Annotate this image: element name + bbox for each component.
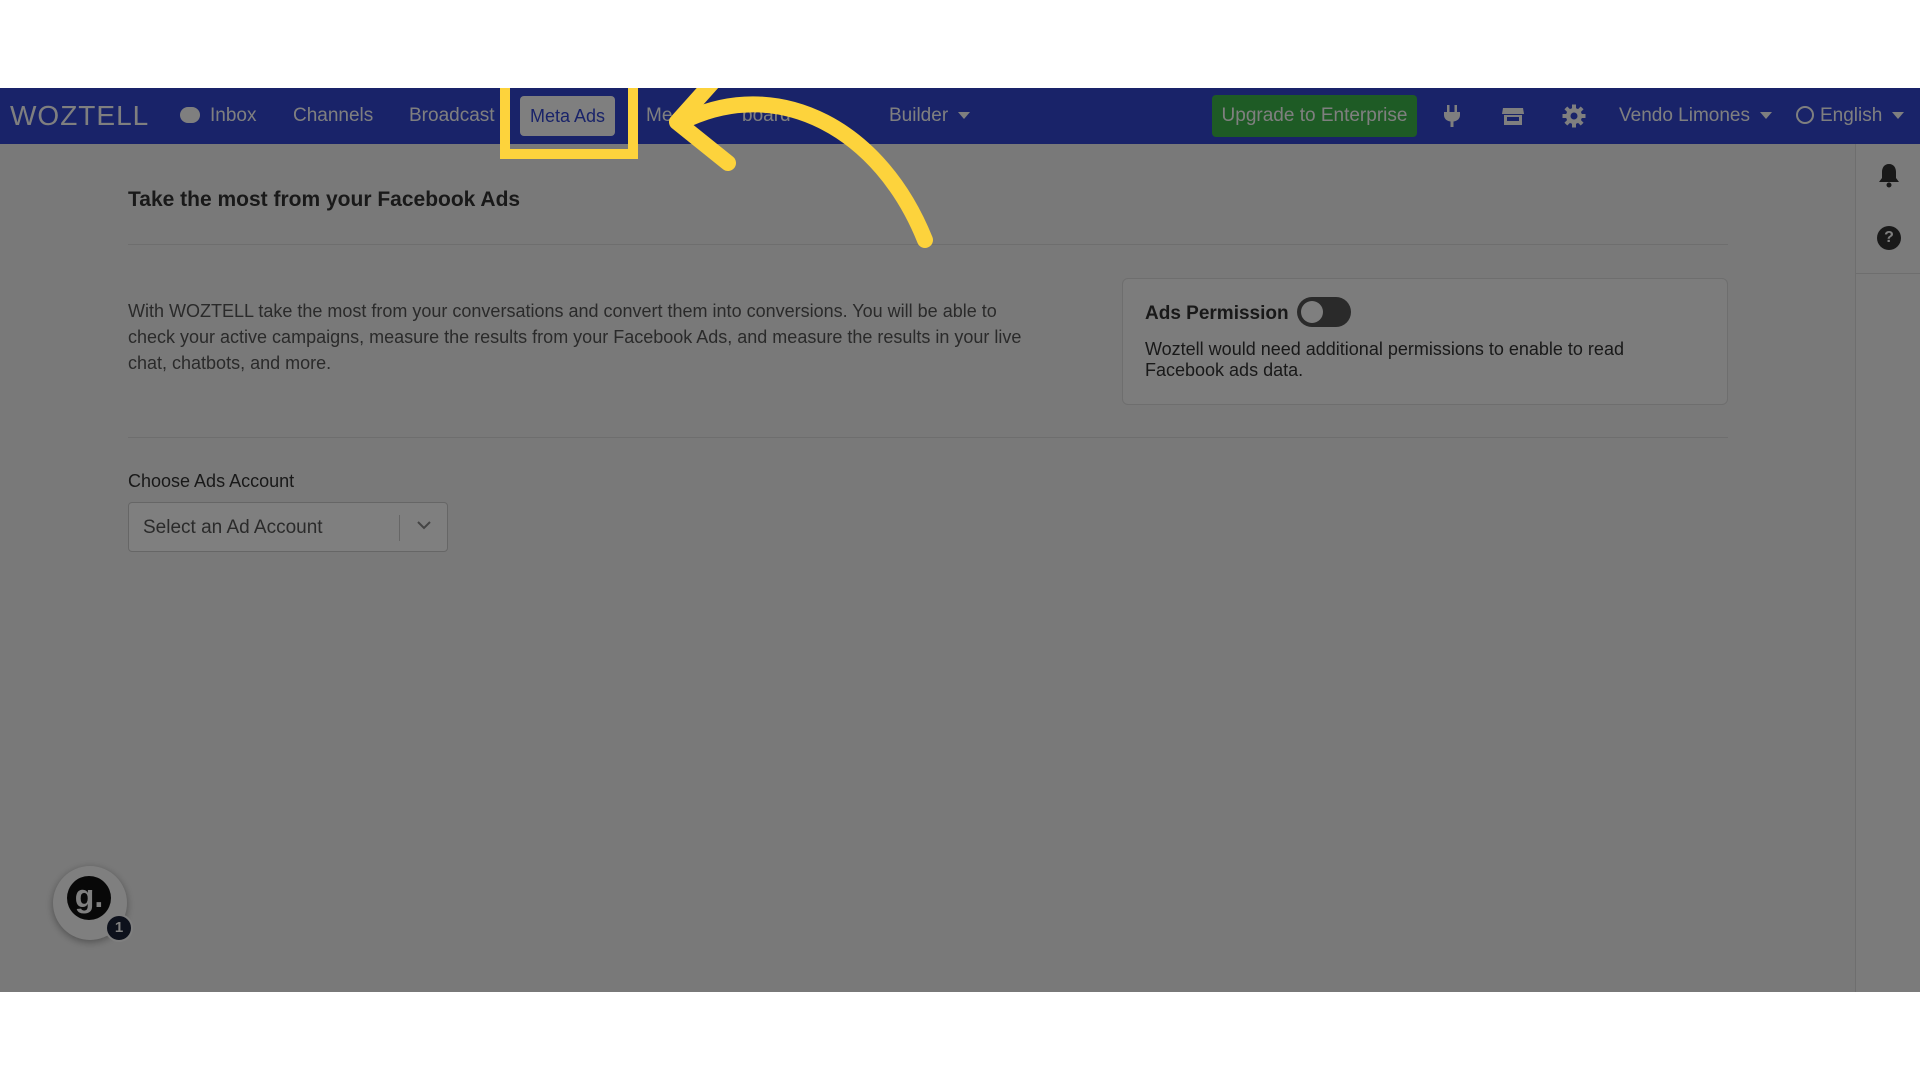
language-menu-label: English — [1820, 105, 1883, 126]
top-navbar: WOZTELL Inbox Channels Broadcast Meta Ad… — [0, 88, 1920, 144]
ads-permission-title: Ads Permission — [1145, 303, 1289, 324]
ads-account-placeholder: Select an Ad Account — [143, 517, 323, 538]
rail-divider — [1856, 273, 1920, 274]
toggle-knob — [1301, 301, 1323, 323]
nav-dashboard[interactable]: board — [742, 88, 791, 144]
app-window: WOZTELL Inbox Channels Broadcast Meta Ad… — [0, 88, 1920, 992]
nav-inbox-label: Inbox — [210, 105, 257, 126]
caret-down-icon — [1760, 112, 1772, 120]
nav-builder[interactable]: Builder — [889, 88, 971, 144]
plug-icon[interactable] — [1440, 104, 1464, 128]
nav-me[interactable]: Me — [646, 88, 672, 144]
ads-account-label: Choose Ads Account — [128, 471, 295, 491]
caret-down-icon — [1892, 112, 1905, 120]
ads-permission-description: Woztell would need additional permission… — [1145, 339, 1624, 380]
nav-inbox[interactable]: Inbox — [180, 88, 256, 144]
user-menu-label: Vendo Limones — [1619, 105, 1750, 126]
divider — [128, 437, 1728, 438]
right-rail: ? — [1855, 144, 1920, 992]
gear-icon[interactable] — [1562, 104, 1586, 128]
caret-down-icon — [958, 112, 971, 120]
guide-badge: 1 — [105, 914, 133, 942]
store-icon[interactable] — [1501, 104, 1525, 128]
language-menu[interactable]: English — [1796, 88, 1905, 144]
ads-permission-toggle[interactable] — [1297, 297, 1351, 327]
nav-broadcast[interactable]: Broadcast — [409, 88, 495, 144]
guide-widget-button[interactable]: g. 1 — [53, 866, 133, 942]
select-separator — [399, 515, 400, 541]
upgrade-button[interactable]: Upgrade to Enterprise — [1212, 95, 1417, 137]
globe-icon — [1796, 105, 1814, 124]
nav-meta-ads[interactable]: Meta Ads — [520, 96, 616, 136]
nav-channels[interactable]: Channels — [293, 88, 373, 144]
user-menu[interactable]: Vendo Limones — [1619, 88, 1772, 144]
chevron-down-icon — [417, 521, 431, 530]
guide-logo-icon: g. — [67, 876, 111, 920]
ads-permission-card: Ads Permission Woztell would need additi… — [1122, 278, 1728, 405]
intro-text: With WOZTELL take the most from your con… — [128, 301, 1022, 373]
ads-account-select[interactable]: Select an Ad Account — [128, 502, 448, 552]
help-icon[interactable]: ? — [1877, 226, 1901, 250]
divider — [128, 244, 1728, 245]
nav-builder-label: Builder — [889, 105, 949, 126]
chat-icon — [180, 106, 200, 123]
woztell-logo[interactable]: WOZTELL — [10, 100, 149, 132]
page-title: Take the most from your Facebook Ads — [128, 188, 521, 211]
bell-icon[interactable] — [1877, 162, 1901, 188]
